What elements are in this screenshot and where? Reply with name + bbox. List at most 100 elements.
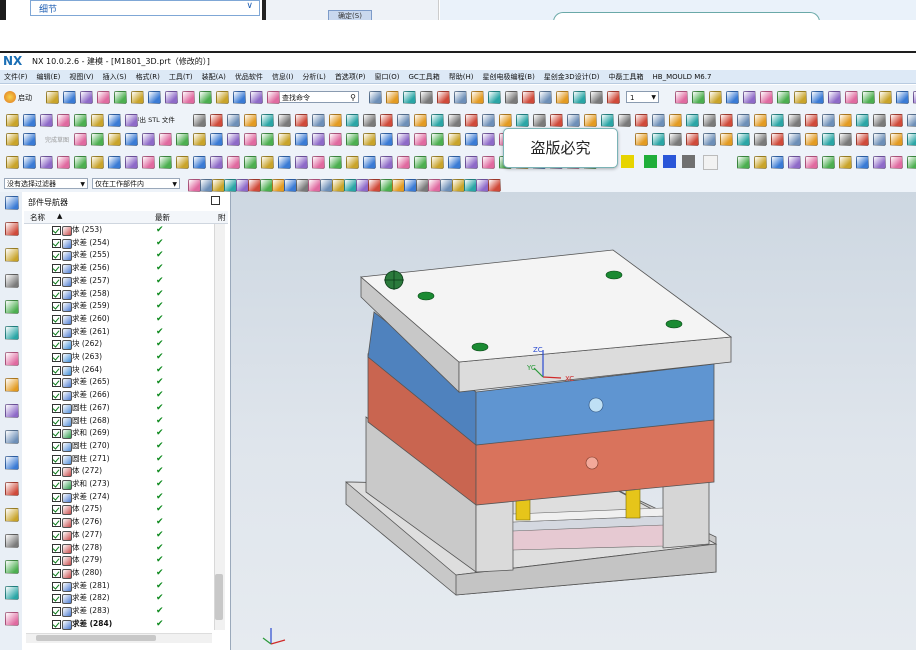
toolbar-command-icon[interactable] bbox=[505, 91, 518, 104]
tree-row[interactable]: 求差 (282) ✔ bbox=[24, 592, 214, 605]
color-yellow2-swatch[interactable] bbox=[621, 155, 634, 168]
toolbar-command-icon[interactable] bbox=[618, 114, 631, 127]
tree-row[interactable]: 块 (262) ✔ bbox=[24, 338, 214, 351]
toolbar-command-icon[interactable] bbox=[261, 114, 274, 127]
toolbar-command-icon[interactable] bbox=[805, 133, 818, 146]
visibility-checkbox[interactable] bbox=[52, 594, 61, 604]
visibility-checkbox[interactable] bbox=[52, 492, 61, 502]
toolbar-command-icon[interactable] bbox=[601, 114, 614, 127]
toolbar-command-icon[interactable] bbox=[414, 133, 427, 146]
toolbar-command-icon[interactable] bbox=[482, 156, 495, 169]
toolbar-command-icon[interactable] bbox=[46, 91, 59, 104]
resource-tab-icon[interactable] bbox=[5, 404, 19, 418]
toolbar-command-icon[interactable] bbox=[278, 133, 291, 146]
toolbar-command-icon[interactable] bbox=[380, 133, 393, 146]
visibility-checkbox[interactable] bbox=[52, 226, 61, 235]
toolbar-command-icon[interactable] bbox=[74, 114, 87, 127]
visibility-checkbox[interactable] bbox=[52, 556, 61, 566]
toolbar-command-icon[interactable] bbox=[125, 156, 138, 169]
toolbar-command-icon[interactable] bbox=[142, 156, 155, 169]
toolbar-command-icon[interactable] bbox=[346, 114, 359, 127]
toolbar-command-icon[interactable] bbox=[856, 156, 869, 169]
toolbar-command-icon[interactable] bbox=[278, 114, 291, 127]
column-latest[interactable]: 最新 bbox=[155, 212, 170, 223]
toolbar-command-icon[interactable] bbox=[686, 114, 699, 127]
toolbar-command-icon[interactable] bbox=[720, 114, 733, 127]
resource-tab-icon[interactable] bbox=[5, 352, 19, 366]
tree-row[interactable]: 体 (276) ✔ bbox=[24, 516, 214, 529]
sort-ascending-icon[interactable]: ▲ bbox=[57, 212, 62, 220]
toolbar-command-icon[interactable] bbox=[788, 156, 801, 169]
toolbar-command-icon[interactable] bbox=[635, 133, 648, 146]
tree-row[interactable]: 求和 (269) ✔ bbox=[24, 427, 214, 440]
toolbar-command-icon[interactable] bbox=[261, 133, 274, 146]
tree-row[interactable]: 求差 (281) ✔ bbox=[24, 580, 214, 592]
tree-row[interactable]: 圆柱 (270) ✔ bbox=[24, 440, 214, 452]
toolbar-command-icon[interactable] bbox=[686, 133, 699, 146]
toolbar-command-icon[interactable] bbox=[193, 156, 206, 169]
visibility-checkbox[interactable] bbox=[52, 302, 61, 312]
toolbar-command-icon[interactable] bbox=[539, 91, 552, 104]
visibility-checkbox[interactable] bbox=[52, 238, 61, 248]
menu-item-6[interactable]: 装配(A) bbox=[202, 72, 226, 82]
visibility-checkbox[interactable] bbox=[52, 276, 61, 286]
toolbar-command-icon[interactable] bbox=[607, 91, 620, 104]
toolbar-command-icon[interactable] bbox=[182, 91, 195, 104]
toolbar-command-icon[interactable] bbox=[159, 133, 172, 146]
tree-row[interactable]: 求差 (259) ✔ bbox=[24, 300, 214, 313]
tree-row[interactable]: 块 (263) ✔ bbox=[24, 351, 214, 363]
toolbar-command-icon[interactable] bbox=[363, 133, 376, 146]
tree-row[interactable]: 求和 (273) ✔ bbox=[24, 478, 214, 490]
toolbar-command-icon[interactable] bbox=[754, 133, 767, 146]
visibility-checkbox[interactable] bbox=[52, 403, 61, 413]
resource-tab-icon[interactable] bbox=[5, 430, 19, 444]
toolbar-command-icon[interactable] bbox=[125, 114, 138, 127]
menu-item-8[interactable]: 信息(I) bbox=[272, 72, 294, 82]
visibility-checkbox[interactable] bbox=[52, 314, 61, 324]
toolbar-command-icon[interactable] bbox=[346, 133, 359, 146]
toolbar-command-icon[interactable] bbox=[131, 91, 144, 104]
toolbar-command-icon[interactable] bbox=[97, 91, 110, 104]
toolbar-command-icon[interactable] bbox=[448, 114, 461, 127]
tree-row[interactable]: 求差 (255) ✔ bbox=[24, 249, 214, 262]
toolbar-command-icon[interactable] bbox=[6, 156, 19, 169]
export-stl-label[interactable]: 导出 STL 文件 bbox=[133, 114, 175, 124]
toolbar-command-icon[interactable] bbox=[210, 114, 223, 127]
toolbar-command-icon[interactable] bbox=[567, 114, 580, 127]
toolbar-command-icon[interactable] bbox=[737, 156, 750, 169]
toolbar-command-icon[interactable] bbox=[726, 91, 739, 104]
toolbar-command-icon[interactable] bbox=[193, 133, 206, 146]
toolbar-command-icon[interactable] bbox=[856, 133, 869, 146]
resource-tab-icon[interactable] bbox=[5, 300, 19, 314]
toolbar-command-icon[interactable] bbox=[805, 114, 818, 127]
toolbar-command-icon[interactable] bbox=[754, 156, 767, 169]
toolbar-command-icon[interactable] bbox=[108, 114, 121, 127]
toolbar-command-icon[interactable] bbox=[403, 91, 416, 104]
toolbar-command-icon[interactable] bbox=[652, 114, 665, 127]
toolbar-command-icon[interactable] bbox=[431, 156, 444, 169]
toolbar-command-icon[interactable] bbox=[261, 156, 274, 169]
toolbar-command-icon[interactable] bbox=[148, 91, 161, 104]
toolbar-command-icon[interactable] bbox=[40, 156, 53, 169]
toolbar-command-icon[interactable] bbox=[635, 114, 648, 127]
toolbar-command-icon[interactable] bbox=[488, 91, 501, 104]
toolbar-command-icon[interactable] bbox=[590, 91, 603, 104]
toolbar-command-icon[interactable] bbox=[176, 156, 189, 169]
visibility-checkbox[interactable] bbox=[52, 619, 61, 629]
menu-item-13[interactable]: 帮助(H) bbox=[449, 72, 474, 82]
tree-row[interactable]: 圆柱 (267) ✔ bbox=[24, 402, 214, 414]
menu-item-16[interactable]: 中磊工具箱 bbox=[609, 72, 644, 82]
toolbar-command-icon[interactable] bbox=[482, 114, 495, 127]
toolbar-command-icon[interactable] bbox=[63, 91, 76, 104]
toolbar-command-icon[interactable] bbox=[369, 91, 382, 104]
toolbar-command-icon[interactable] bbox=[74, 133, 87, 146]
toolbar-command-icon[interactable] bbox=[873, 133, 886, 146]
toolbar-command-icon[interactable] bbox=[788, 114, 801, 127]
toolbar-command-icon[interactable] bbox=[380, 114, 393, 127]
tree-row[interactable]: 体 (272) ✔ bbox=[24, 465, 214, 478]
toolbar-command-icon[interactable] bbox=[805, 156, 818, 169]
visibility-checkbox[interactable] bbox=[52, 391, 61, 401]
toolbar-command-icon[interactable] bbox=[771, 156, 784, 169]
menu-item-1[interactable]: 编辑(E) bbox=[37, 72, 61, 82]
toolbar-command-icon[interactable] bbox=[91, 156, 104, 169]
